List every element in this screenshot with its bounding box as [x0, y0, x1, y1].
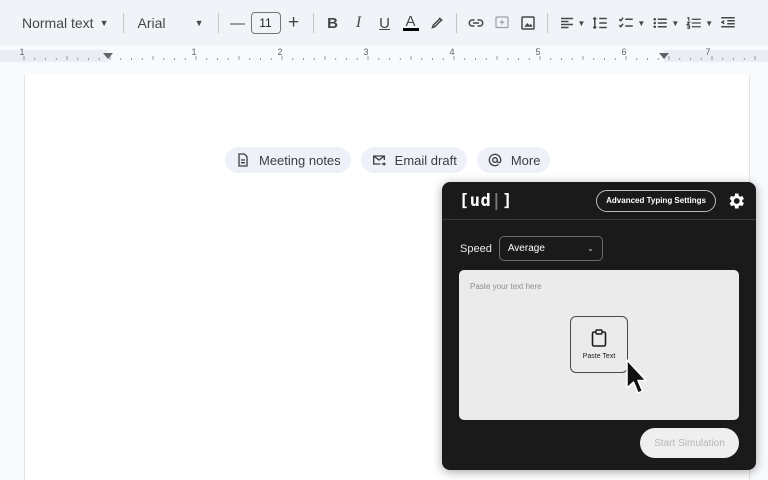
toolbar-divider — [122, 13, 124, 33]
speed-select[interactable]: Average ⌄ — [498, 236, 603, 261]
paste-text-label: Paste Text — [582, 353, 616, 360]
minus-icon: — — [230, 14, 245, 32]
insert-link-button[interactable] — [463, 9, 489, 37]
style-dropdown[interactable]: Normal text ▼ — [14, 8, 117, 38]
highlight-button[interactable] — [424, 9, 450, 37]
document-icon — [238, 153, 248, 167]
ruler-number: 2 — [277, 47, 282, 57]
toolbar-divider — [546, 13, 548, 33]
highlight-icon — [430, 17, 443, 29]
font-dropdown[interactable]: Arial ▼ — [130, 8, 212, 38]
ruler-number: 3 — [363, 47, 368, 57]
more-label: More — [510, 152, 541, 168]
chevron-down-icon: ▼ — [194, 18, 204, 28]
insert-image-button[interactable] — [515, 9, 541, 37]
numbered-list-button[interactable] — [681, 9, 707, 37]
font-size-input[interactable]: 11 — [250, 12, 281, 34]
chevron-down-icon: ▼ — [705, 18, 714, 28]
align-left-icon — [560, 17, 573, 29]
at-icon — [488, 153, 502, 167]
add-comment-icon — [494, 16, 509, 29]
app-logo: [ud|] — [459, 191, 513, 211]
increase-font-size-button[interactable]: + — [281, 9, 307, 37]
chevron-down-icon: ⌄ — [587, 244, 594, 253]
docs-toolbar: Normal text ▼ Arial ▼ — 11 + B I U A ▼ ▼ — [0, 0, 768, 46]
smart-chips: Meeting notes Email draft More — [225, 147, 551, 173]
typing-simulator-panel: [ud|] Advanced Typing Settings Speed Ave… — [442, 182, 756, 470]
decrease-indent-button[interactable] — [715, 9, 741, 37]
text-input-area[interactable]: Paste your text here Paste Text — [459, 270, 739, 420]
chevron-down-icon: ▼ — [671, 18, 680, 28]
numbered-list-icon — [686, 17, 702, 29]
mouse-pointer-icon — [626, 359, 647, 394]
text-color-label: A — [405, 12, 416, 30]
style-dropdown-label: Normal text — [22, 15, 94, 31]
logo-bracket: ] — [501, 190, 513, 211]
line-spacing-button[interactable] — [587, 9, 613, 37]
text-placeholder: Paste your text here — [470, 282, 542, 291]
text-color-swatch — [402, 27, 419, 31]
ruler-number: 4 — [449, 47, 454, 57]
ruler-margin — [0, 50, 108, 62]
checklist-icon — [619, 17, 634, 28]
font-dropdown-label: Arial — [137, 15, 166, 31]
chevron-down-icon: ▼ — [637, 18, 646, 28]
link-icon — [468, 19, 483, 27]
email-icon — [372, 155, 386, 166]
italic-button[interactable]: I — [346, 9, 372, 37]
ruler-number: 6 — [621, 47, 626, 57]
insert-image-icon — [520, 16, 535, 30]
panel-header: [ud|] Advanced Typing Settings — [442, 182, 756, 220]
meeting-notes-label: Meeting notes — [259, 152, 341, 168]
chevron-down-icon: ▼ — [577, 18, 586, 28]
chevron-down-icon: ▼ — [99, 18, 109, 28]
horizontal-ruler: 1 1 2 3 4 5 6 7 — [0, 46, 768, 66]
email-draft-chip[interactable]: Email draft — [360, 147, 467, 173]
ruler-number: 5 — [535, 47, 540, 57]
checklist-button[interactable] — [613, 9, 639, 37]
plus-icon: + — [287, 12, 300, 33]
text-color-button[interactable]: A — [398, 9, 424, 37]
more-chip[interactable]: More — [476, 147, 551, 173]
paste-text-button[interactable]: Paste Text — [570, 316, 628, 373]
bulleted-list-icon — [653, 17, 668, 29]
start-simulation-button[interactable]: Start Simulation — [640, 428, 739, 458]
clipboard-icon — [591, 329, 607, 347]
ruler-number: 7 — [705, 47, 710, 57]
toolbar-divider — [217, 13, 219, 33]
speed-row: Speed Average ⌄ — [460, 236, 603, 261]
decrease-font-size-button[interactable]: — — [225, 9, 251, 37]
logo-text: [ud — [459, 190, 492, 211]
toolbar-divider — [455, 13, 457, 33]
gear-icon[interactable] — [726, 191, 746, 211]
speed-value: Average — [507, 243, 545, 254]
bold-button[interactable]: B — [320, 9, 346, 37]
advanced-typing-settings-button[interactable]: Advanced Typing Settings — [596, 189, 716, 212]
ruler-number: 1 — [19, 47, 24, 57]
underline-button[interactable]: U — [372, 9, 398, 37]
speed-label: Speed — [460, 242, 492, 255]
ruler-margin — [664, 50, 768, 62]
line-spacing-icon — [593, 16, 608, 30]
add-comment-button[interactable] — [489, 9, 515, 37]
email-draft-label: Email draft — [394, 152, 457, 168]
logo-cursor: | — [491, 190, 502, 211]
decrease-indent-icon — [720, 17, 735, 28]
bulleted-list-button[interactable] — [647, 9, 673, 37]
toolbar-divider — [312, 13, 314, 33]
ruler-scale: 1 1 2 3 4 5 6 7 — [0, 47, 768, 62]
ruler-number: 1 — [191, 47, 196, 57]
meeting-notes-chip[interactable]: Meeting notes — [225, 147, 351, 173]
align-button[interactable] — [554, 9, 580, 37]
